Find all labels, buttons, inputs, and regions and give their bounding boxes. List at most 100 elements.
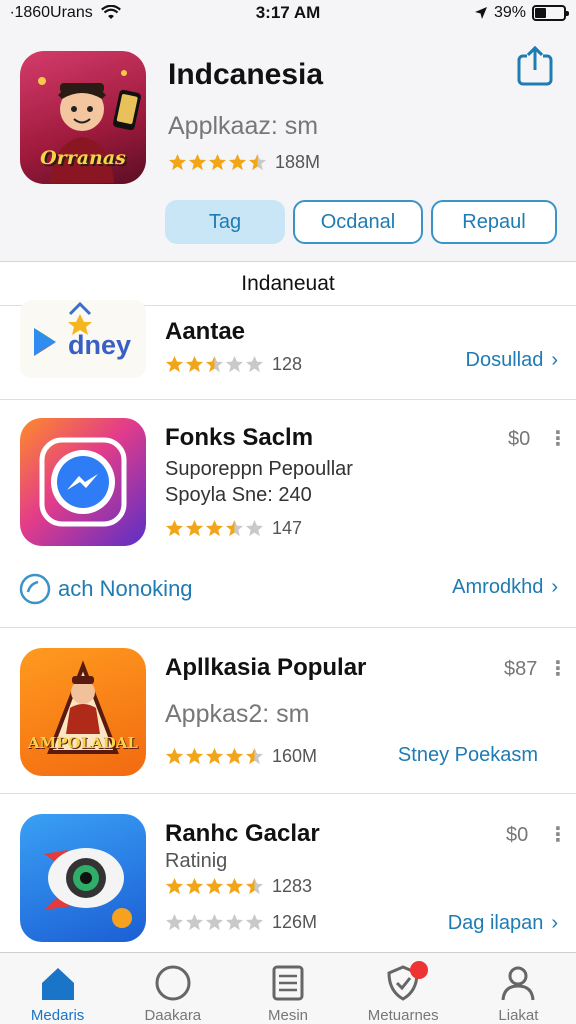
star-full-icon xyxy=(225,877,244,895)
chevron-right-icon: › xyxy=(551,576,558,598)
star-full-icon xyxy=(165,519,184,537)
star-full-icon xyxy=(188,153,207,171)
amrodkhd-label: Amrodkhd xyxy=(452,576,544,598)
status-bar: ∙1860Urans 3:17 AM 39% xyxy=(0,0,576,26)
app-price: $87 xyxy=(504,658,538,680)
star-empty-icon xyxy=(205,913,224,931)
ocdanal-button[interactable]: Ocdanal xyxy=(293,200,423,244)
star-empty-icon xyxy=(185,913,204,931)
featured-app-icon-text: Orranas xyxy=(40,147,126,169)
game-character-icon xyxy=(47,660,119,754)
star-full-icon xyxy=(225,747,244,765)
rating-count: 128 xyxy=(272,354,303,374)
more-options-icon[interactable]: ⋮ xyxy=(548,656,568,681)
app-rating-secondary: 126M xyxy=(165,912,317,933)
messenger-icon xyxy=(39,437,127,527)
rating-stars xyxy=(168,153,267,172)
app-description-1: Ratinig xyxy=(165,850,228,872)
star-full-icon xyxy=(185,877,204,895)
more-options-icon[interactable]: ⋮ xyxy=(548,822,568,847)
star-full-icon xyxy=(185,355,204,373)
app-icon-text: dney xyxy=(68,330,132,360)
app-icon: AMPOLADAL xyxy=(20,648,146,776)
app-price: $0 xyxy=(506,824,529,846)
stney-poekasm-link[interactable]: Stney Poekasm xyxy=(398,744,538,767)
app-icon: dney xyxy=(20,300,146,378)
app-row[interactable]: dney Aantae 128 Dosullad › xyxy=(0,300,576,400)
nonoking-label: ach Nonoking xyxy=(58,576,193,601)
tab-label: Mesin xyxy=(268,1007,309,1024)
rating-stars xyxy=(165,519,264,538)
tag-button[interactable]: Tag xyxy=(165,200,285,244)
star-empty-icon xyxy=(225,355,244,373)
download-link-label: Dosullad xyxy=(465,349,544,371)
app-title: Aantae xyxy=(165,318,246,345)
star-full-icon xyxy=(205,747,224,765)
app-row[interactable]: Ranhc Gaclar $0 ⋮ Ratinig 1283 126M Dag … xyxy=(0,794,576,952)
tab-label: Metuarnes xyxy=(367,1007,439,1024)
tab-mesin[interactable]: Mesin xyxy=(230,953,345,1024)
tab-label: Liakat xyxy=(498,1007,539,1024)
star-empty-icon xyxy=(165,913,184,931)
star-full-icon xyxy=(205,519,224,537)
star-half-icon xyxy=(245,877,264,895)
battery-icon xyxy=(532,5,569,21)
home-icon xyxy=(41,968,74,1000)
app-row[interactable]: Fonks Saclm $0 ⋮ Suporeppn Pepoullar Spo… xyxy=(0,400,576,628)
star-empty-icon xyxy=(245,913,264,931)
repaul-button[interactable]: Repaul xyxy=(431,200,557,244)
nonoking-link[interactable]: ach Nonoking xyxy=(18,572,193,606)
app-rating: 147 xyxy=(165,518,302,539)
rating-stars xyxy=(165,355,264,374)
wifi-icon xyxy=(100,5,121,19)
featured-app-rating: 188M xyxy=(168,152,320,173)
app-rating: 160M xyxy=(165,746,317,767)
star-full-icon xyxy=(165,877,184,895)
battery-percent: 39% xyxy=(493,4,526,21)
rating-count: 1283 xyxy=(272,876,313,896)
star-full-icon xyxy=(205,877,224,895)
status-left: ∙1860Urans xyxy=(10,4,121,22)
app-icon-text: AMPOLADAL xyxy=(28,734,138,752)
download-link[interactable]: Dosullad › xyxy=(466,349,559,372)
compass-icon xyxy=(155,965,191,1001)
app-title: Fonks Saclm xyxy=(165,424,314,451)
star-full-icon xyxy=(228,153,247,171)
dag-ilapan-link[interactable]: Dag ilapan › xyxy=(448,912,558,935)
star-half-icon xyxy=(225,519,244,537)
star-full-icon xyxy=(165,355,184,373)
rating-count: 147 xyxy=(272,518,303,538)
app-description-1: Suporeppn Pepoullar xyxy=(165,458,353,480)
dag-ilapan-label: Dag ilapan xyxy=(447,912,544,934)
notification-badge xyxy=(409,961,428,979)
star-half-icon xyxy=(245,747,264,765)
amrodkhd-link[interactable]: Amrodkhd › xyxy=(452,576,558,599)
rocket-camera-icon xyxy=(44,848,132,928)
featured-app-header: Orranas Indcanesia Applkaaz: sm 188M Tag… xyxy=(0,26,576,262)
app-title: Ranhc Gaclar xyxy=(165,820,320,847)
star-full-icon xyxy=(185,747,204,765)
app-icon xyxy=(20,814,146,942)
rating-count: 126M xyxy=(272,912,318,932)
more-options-icon[interactable]: ⋮ xyxy=(548,426,568,451)
tab-medaris[interactable]: Medaris xyxy=(0,953,115,1024)
app-title: Apllkasia Popular xyxy=(165,654,367,681)
app-description-2: Spoyla Sne: 240 xyxy=(165,484,312,506)
rating-stars xyxy=(165,747,264,766)
star-empty-icon xyxy=(225,913,244,931)
app-row[interactable]: AMPOLADAL Apllkasia Popular $87 ⋮ Appkas… xyxy=(0,628,576,794)
share-icon[interactable] xyxy=(517,46,553,86)
loading-circle-icon xyxy=(19,573,51,605)
tab-daakara[interactable]: Daakara xyxy=(115,953,230,1024)
featured-app-icon[interactable]: Orranas xyxy=(20,51,146,184)
tab-liakat[interactable]: Liakat xyxy=(461,953,576,1024)
status-right: 39% xyxy=(474,4,569,22)
star-half-icon xyxy=(248,153,267,171)
list-icon xyxy=(272,965,304,1001)
tab-metuarnes[interactable]: Metuarnes xyxy=(346,953,461,1024)
app-price: $0 xyxy=(508,428,531,450)
tab-label: Daakara xyxy=(144,1007,202,1024)
star-full-icon xyxy=(185,519,204,537)
rating-stars xyxy=(165,877,264,896)
chevron-right-icon: › xyxy=(551,349,558,371)
